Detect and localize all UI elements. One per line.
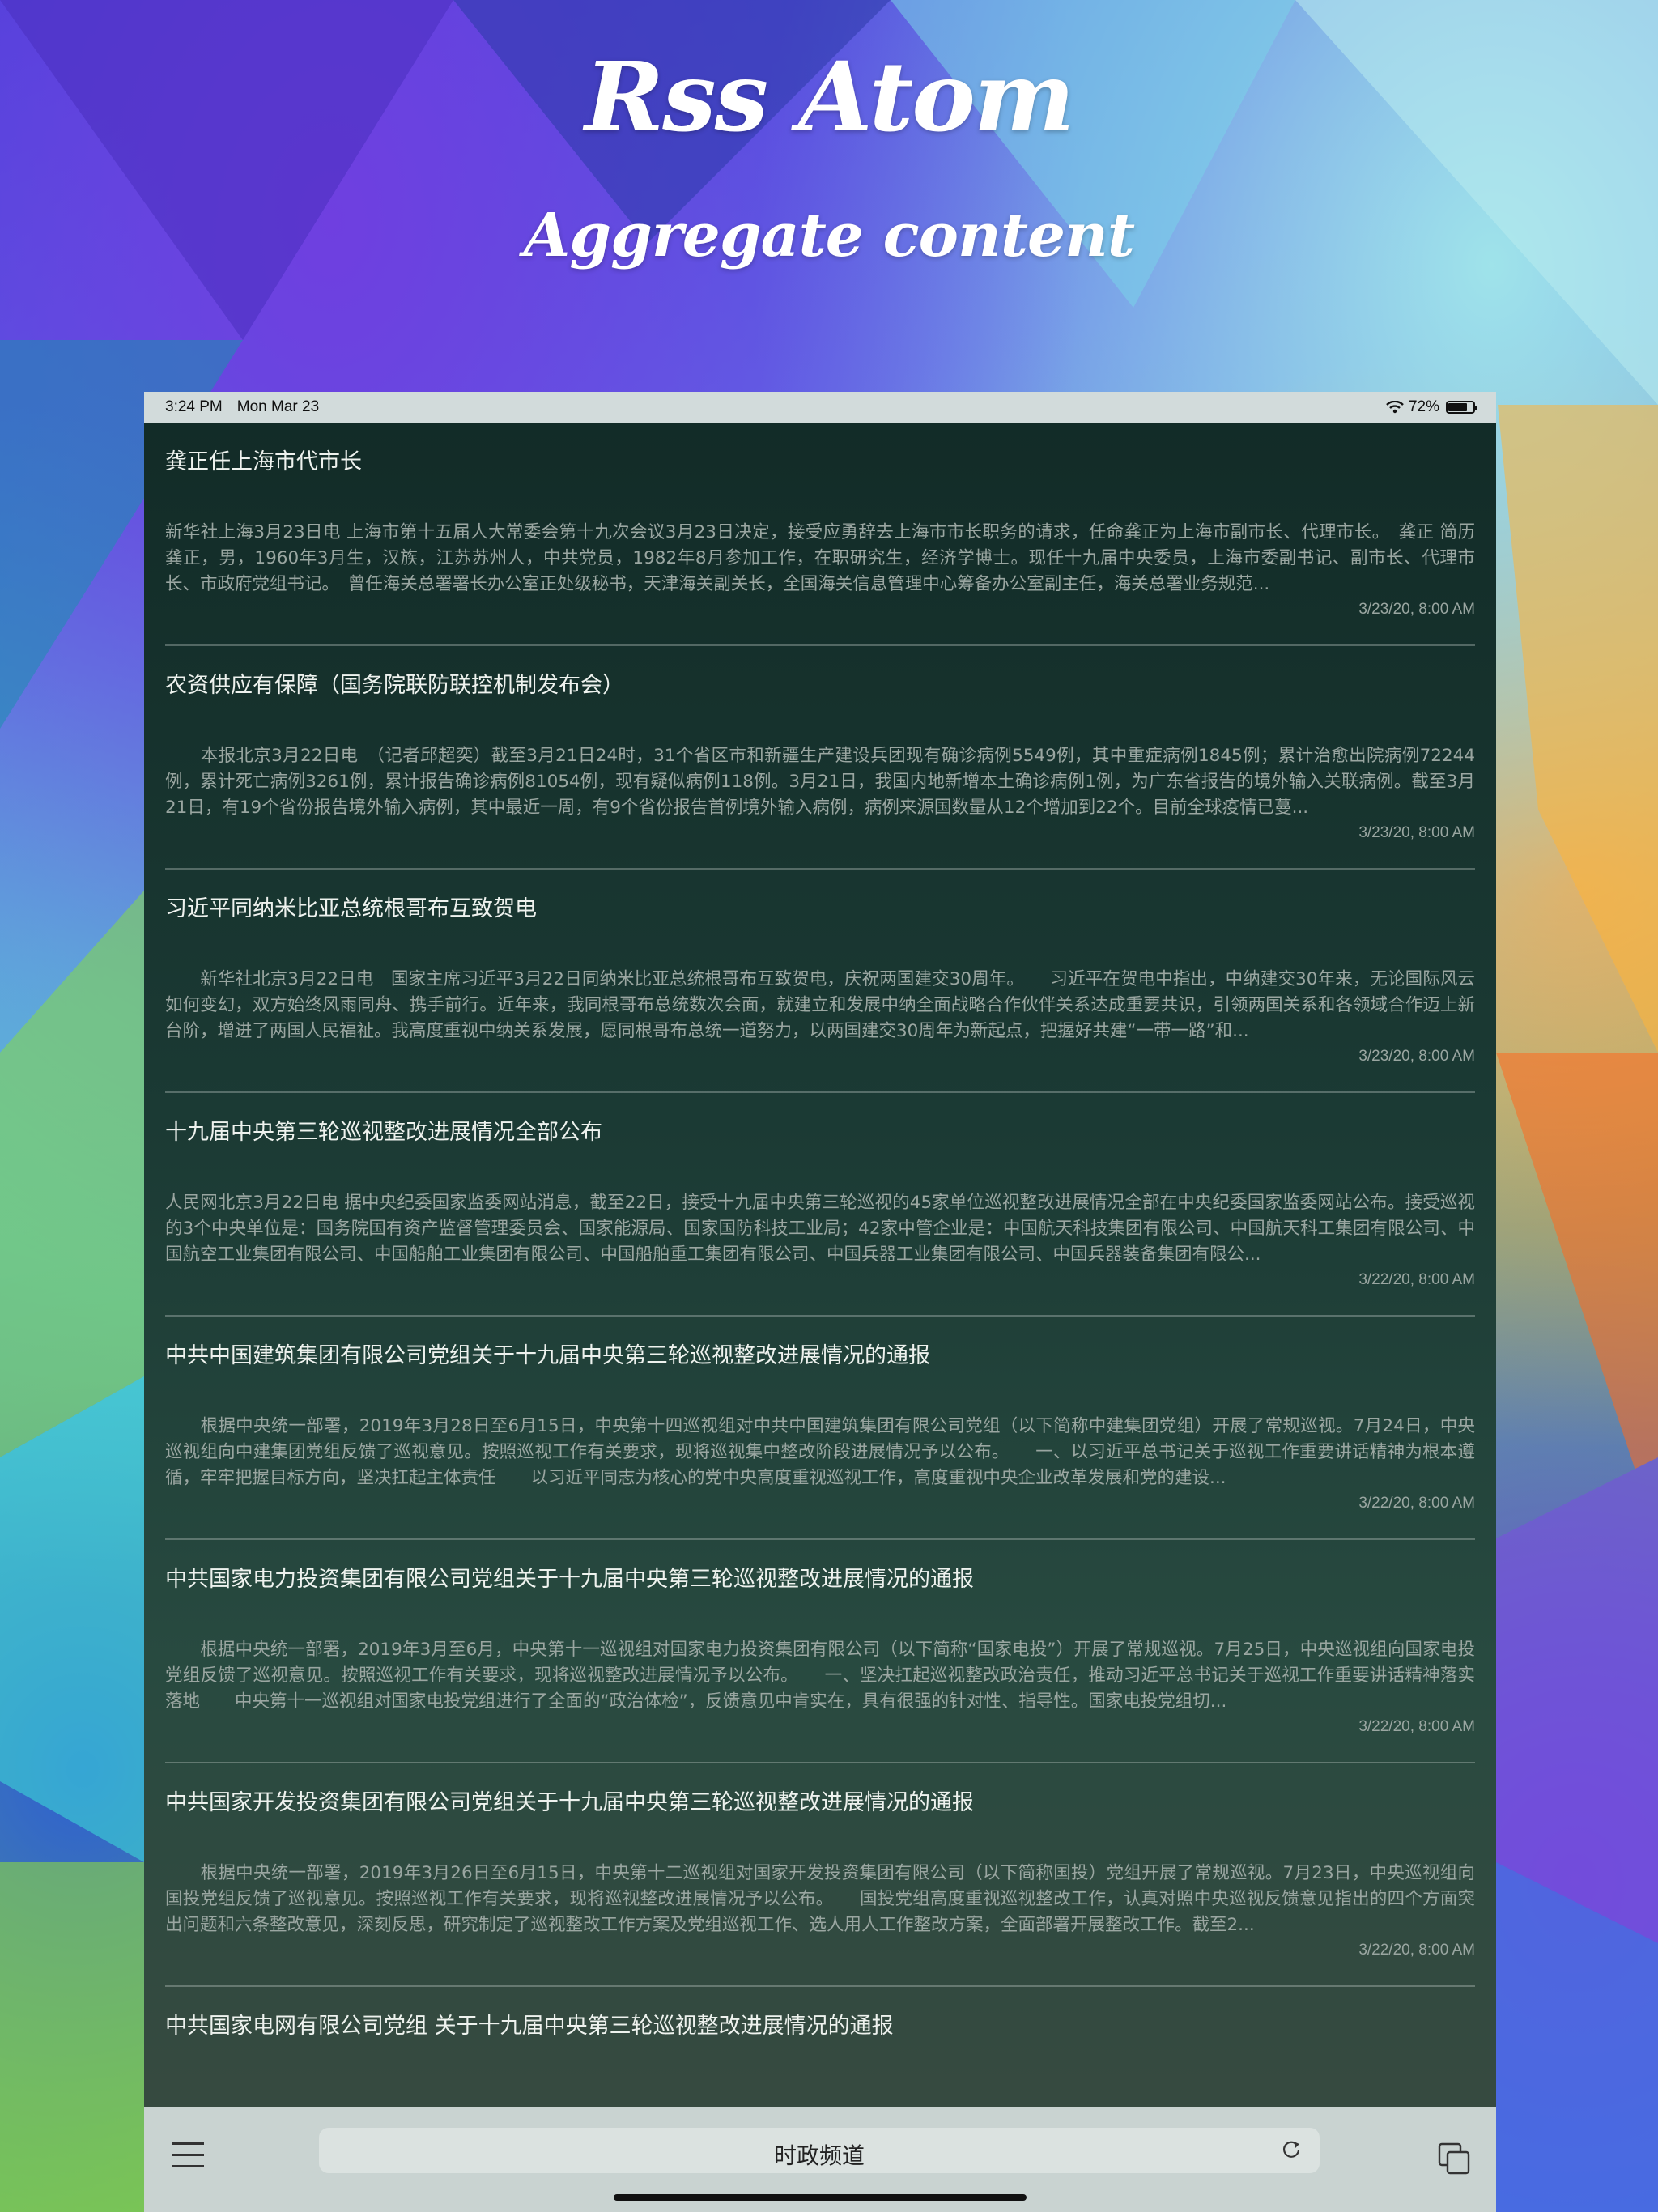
status-date: Mon Mar 23 — [236, 398, 320, 415]
feed-item-summary: 人民网北京3月22日电 据中央纪委国家监委网站消息，截至22日，接受十九届中央第… — [165, 1193, 1475, 1265]
feed-item[interactable]: 中共国家电力投资集团有限公司党组关于十九届中央第三轮巡视整改进展情况的通报 根据… — [165, 1540, 1475, 1763]
feed-item-title: 龚正任上海市代市长 — [165, 449, 362, 474]
feed-item-title: 习近平同纳米比亚总统根哥布互致贺电 — [165, 896, 537, 921]
feed-item-date: 3/23/20, 8:00 AM — [1358, 1048, 1475, 1065]
tabs-icon[interactable] — [1438, 2142, 1470, 2175]
app-title: Rss Atom — [585, 40, 1075, 153]
channel-label: 时政频道 — [773, 2142, 865, 2169]
bottom-toolbar: 时政频道 — [144, 2107, 1496, 2212]
feed-item-title: 十九届中央第三轮巡视整改进展情况全部公布 — [165, 1120, 602, 1145]
feed-item-summary: 根据中央统一部署，2019年3月28日至6月15日，中央第十四巡视组对中共中国建… — [165, 1416, 1475, 1488]
battery-percent: 72% — [1408, 398, 1439, 415]
feed-item-title: 中共国家电网有限公司党组 关于十九届中央第三轮巡视整改进展情况的通报 — [165, 2014, 894, 2039]
channel-selector[interactable]: 时政频道 — [319, 2128, 1320, 2173]
feed-item[interactable]: 龚正任上海市代市长 新华社上海3月23日电 上海市第十五届人大常委会第十九次会议… — [165, 423, 1475, 646]
feed-item[interactable]: 中共国家电网有限公司党组 关于十九届中央第三轮巡视整改进展情况的通报 — [165, 1987, 1475, 2084]
feed-item[interactable]: 十九届中央第三轮巡视整改进展情况全部公布 人民网北京3月22日电 据中央纪委国家… — [165, 1093, 1475, 1317]
wifi-icon — [1386, 401, 1404, 414]
home-indicator — [614, 2194, 1027, 2201]
feed-item-title: 中共中国建筑集团有限公司党组关于十九届中央第三轮巡视整改进展情况的通报 — [165, 1343, 930, 1368]
feed-item[interactable]: 农资供应有保障（国务院联防联控机制发布会） 本报北京3月22日电 （记者邱超奕）… — [165, 646, 1475, 870]
feed-item-summary: 新华社北京3月22日电 国家主席习近平3月22日同纳米比亚总统根哥布互致贺电，庆… — [165, 969, 1475, 1041]
feed-item-summary: 本报北京3月22日电 （记者邱超奕）截至3月21日24时，31个省区市和新疆生产… — [165, 746, 1475, 818]
feed-item-date: 3/22/20, 8:00 AM — [1358, 1942, 1475, 1959]
feed-item[interactable]: 中共中国建筑集团有限公司党组关于十九届中央第三轮巡视整改进展情况的通报 根据中央… — [165, 1317, 1475, 1540]
app-subtitle: Aggregate content — [523, 201, 1135, 270]
feed-item-summary: 根据中央统一部署，2019年3月至6月，中央第十一巡视组对国家电力投资集团有限公… — [165, 1640, 1475, 1712]
feed-item-date: 3/22/20, 8:00 AM — [1358, 1271, 1475, 1288]
feed-item-date: 3/22/20, 8:00 AM — [1358, 1495, 1475, 1512]
status-bar: 3:24 PM Mon Mar 23 72% — [144, 392, 1496, 423]
feed-item[interactable]: 习近平同纳米比亚总统根哥布互致贺电 新华社北京3月22日电 国家主席习近平3月2… — [165, 870, 1475, 1093]
feed-item-date: 3/23/20, 8:00 AM — [1358, 824, 1475, 841]
feed-list[interactable]: 龚正任上海市代市长 新华社上海3月23日电 上海市第十五届人大常委会第十九次会议… — [144, 423, 1496, 2084]
feed-item-date: 3/23/20, 8:00 AM — [1358, 601, 1475, 618]
feed-item[interactable]: 中共国家开发投资集团有限公司党组关于十九届中央第三轮巡视整改进展情况的通报 根据… — [165, 1763, 1475, 1987]
feed-item-title: 中共国家电力投资集团有限公司党组关于十九届中央第三轮巡视整改进展情况的通报 — [165, 1567, 974, 1592]
hamburger-menu-icon[interactable] — [172, 2142, 204, 2170]
feed-item-summary: 新华社上海3月23日电 上海市第十五届人大常委会第十九次会议3月23日决定，接受… — [165, 522, 1475, 594]
feed-item-title: 农资供应有保障（国务院联防联控机制发布会） — [165, 673, 624, 698]
feed-item-title: 中共国家开发投资集团有限公司党组关于十九届中央第三轮巡视整改进展情况的通报 — [165, 1790, 974, 1815]
battery-icon — [1446, 401, 1477, 414]
feed-item-summary: 根据中央统一部署，2019年3月26日至6月15日，中央第十二巡视组对国家开发投… — [165, 1863, 1475, 1935]
feed-item-date: 3/22/20, 8:00 AM — [1358, 1718, 1475, 1735]
device-screen: 3:24 PM Mon Mar 23 72% 龚正任上海市代市长 新华社上海3月… — [144, 392, 1496, 2212]
status-time: 3:24 PM — [165, 398, 223, 415]
refresh-icon[interactable] — [1279, 2138, 1303, 2162]
